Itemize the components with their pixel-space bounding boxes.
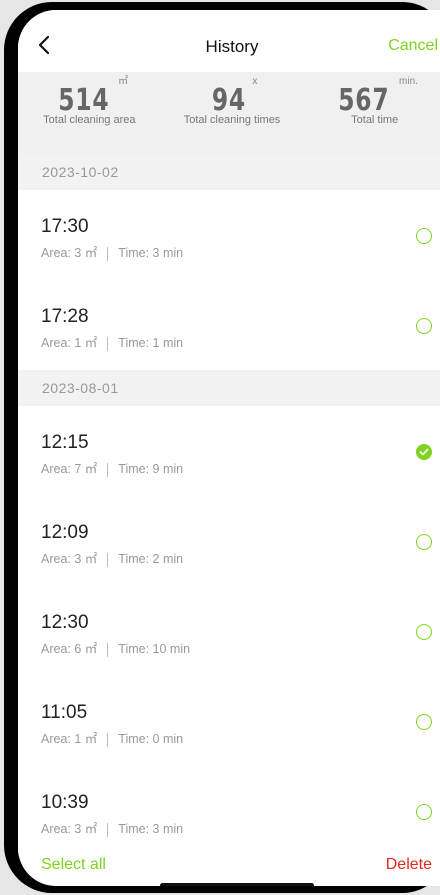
date-section-header: 2023-08-01 [18, 370, 440, 406]
select-checkbox[interactable] [416, 228, 432, 244]
stat-unit: min. [399, 76, 418, 87]
record-time: 12:30 [41, 612, 89, 633]
record-area: Area: 1 ㎡ [41, 336, 98, 350]
record-time: 17:30 [41, 216, 89, 237]
stat-value: 514 [57, 83, 109, 118]
nav-bar: History Cancel [18, 10, 440, 72]
select-checkbox[interactable] [416, 624, 432, 640]
record-meta: Area: 3 ㎡ Time: 3 min [41, 242, 183, 261]
select-checkbox-checked[interactable] [416, 444, 432, 460]
select-checkbox[interactable] [416, 534, 432, 550]
record-time: 11:05 [41, 702, 88, 723]
record-meta: Area: 3 ㎡ Time: 3 min [41, 818, 183, 837]
select-checkbox[interactable] [416, 804, 432, 820]
divider [107, 552, 109, 567]
divider [107, 642, 109, 657]
record-duration: Time: 10 min [118, 642, 191, 656]
record-area: Area: 6 ㎡ [41, 642, 98, 656]
page-title: History [205, 37, 259, 56]
divider [107, 462, 109, 477]
record-time: 10:39 [41, 792, 89, 813]
history-record[interactable]: 11:05 Area: 1 ㎡ Time: 0 min [18, 676, 440, 766]
select-checkbox[interactable] [416, 318, 432, 334]
record-area: Area: 3 ㎡ [41, 822, 98, 836]
record-duration: Time: 1 min [118, 336, 184, 350]
record-area: Area: 3 ㎡ [41, 552, 98, 566]
history-record[interactable]: 12:15 Area: 7 ㎡ Time: 9 min [18, 406, 440, 496]
phone-frame: History Cancel 514㎡ Total cleaning area … [4, 2, 440, 893]
checkmark-icon [419, 448, 429, 456]
history-record[interactable]: 17:30 Area: 3 ㎡ Time: 3 min [18, 190, 440, 280]
record-duration: Time: 0 min [118, 732, 184, 746]
record-meta: Area: 1 ㎡ Time: 1 min [41, 332, 183, 351]
stat-value: 567 [338, 83, 390, 118]
record-meta: Area: 1 ㎡ Time: 0 min [41, 728, 183, 747]
stat-total-times: 94x Total cleaning times [161, 72, 304, 154]
history-record[interactable]: 12:09 Area: 3 ㎡ Time: 2 min [18, 496, 440, 586]
date-section-header: 2023-10-02 [18, 154, 440, 190]
stat-unit: ㎡ [118, 76, 129, 87]
record-time: 12:09 [41, 522, 89, 543]
record-duration: Time: 9 min [118, 462, 184, 476]
record-duration: Time: 3 min [118, 822, 184, 836]
divider [107, 732, 109, 747]
stat-value: 94 [211, 83, 246, 118]
record-meta: Area: 3 ㎡ Time: 2 min [41, 548, 183, 567]
home-indicator[interactable] [160, 883, 314, 886]
record-duration: Time: 2 min [118, 552, 184, 566]
record-area: Area: 3 ㎡ [41, 246, 98, 260]
select-all-button[interactable]: Select all [41, 856, 106, 874]
history-record[interactable]: 17:28 Area: 1 ㎡ Time: 1 min [18, 280, 440, 370]
stat-total-time: 567min. Total time [303, 72, 440, 154]
record-meta: Area: 6 ㎡ Time: 10 min [41, 638, 190, 657]
record-time: 12:15 [41, 432, 89, 453]
delete-button[interactable]: Delete [386, 856, 432, 874]
divider [107, 246, 109, 261]
divider [107, 336, 109, 351]
history-record[interactable]: 12:30 Area: 6 ㎡ Time: 10 min [18, 586, 440, 676]
stat-total-area: 514㎡ Total cleaning area [18, 72, 161, 154]
record-duration: Time: 3 min [118, 246, 184, 260]
select-checkbox[interactable] [416, 714, 432, 730]
screen: History Cancel 514㎡ Total cleaning area … [18, 10, 440, 886]
stats-summary: 514㎡ Total cleaning area 94x Total clean… [18, 72, 440, 154]
history-record[interactable]: 10:39 Area: 3 ㎡ Time: 3 min [18, 766, 440, 856]
cancel-button[interactable]: Cancel [388, 37, 438, 55]
record-time: 17:28 [41, 306, 89, 327]
stat-unit: x [252, 76, 258, 87]
record-meta: Area: 7 ㎡ Time: 9 min [41, 458, 183, 477]
record-area: Area: 7 ㎡ [41, 462, 98, 476]
record-area: Area: 1 ㎡ [41, 732, 98, 746]
divider [107, 822, 109, 837]
